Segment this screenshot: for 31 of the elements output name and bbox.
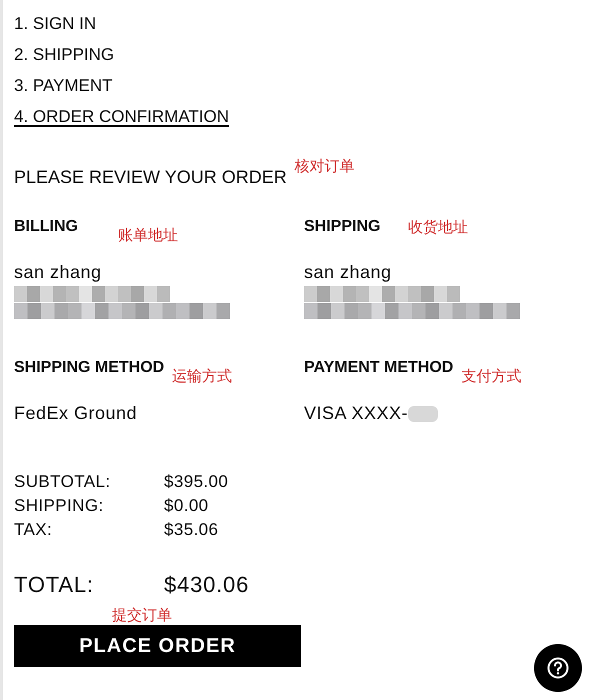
checkout-step[interactable]: 2. SHIPPING	[14, 43, 114, 67]
summary-value: $395.00	[164, 472, 230, 492]
annotation: 账单地址	[118, 226, 178, 245]
summary-label: TAX:	[14, 520, 54, 540]
help-button[interactable]	[534, 644, 582, 692]
summary-label: SHIPPING:	[14, 496, 105, 516]
annotation: 运输方式	[172, 367, 232, 386]
section-heading: BILLING	[14, 218, 79, 236]
section-text: FedEx Ground	[14, 403, 138, 424]
annotation: 提交订单	[112, 606, 173, 625]
summary-label: SUBTOTAL:	[14, 472, 112, 492]
section-heading: SHIPPING	[304, 218, 382, 236]
total-value: $430.06	[164, 572, 250, 598]
checkout-step[interactable]: 3. PAYMENT	[14, 74, 113, 98]
checkout-step[interactable]: 1. SIGN IN	[14, 12, 96, 36]
annotation: 支付方式	[461, 367, 522, 386]
help-icon	[547, 657, 569, 679]
annotation: 核对订单	[294, 157, 355, 176]
section-heading: PAYMENT METHOD	[304, 359, 454, 377]
checkout-step[interactable]: 4. ORDER CONFIRMATION	[14, 105, 230, 129]
blurred-digits-drawing	[408, 406, 438, 422]
section-text: san zhang	[304, 262, 393, 283]
section-heading: SHIPPING METHOD	[14, 359, 164, 377]
total-label: TOTAL:	[14, 572, 95, 598]
annotation: 收货地址	[408, 218, 468, 237]
summary-value: $35.06	[164, 520, 220, 540]
card-number: VISA XXXX-	[304, 403, 408, 424]
summary-value: $0.00	[164, 496, 210, 516]
place-order-button[interactable]: PLACE ORDER	[14, 625, 301, 667]
section-text: san zhang	[14, 262, 103, 283]
review-heading: PLEASE REVIEW YOUR ORDER	[14, 167, 287, 188]
